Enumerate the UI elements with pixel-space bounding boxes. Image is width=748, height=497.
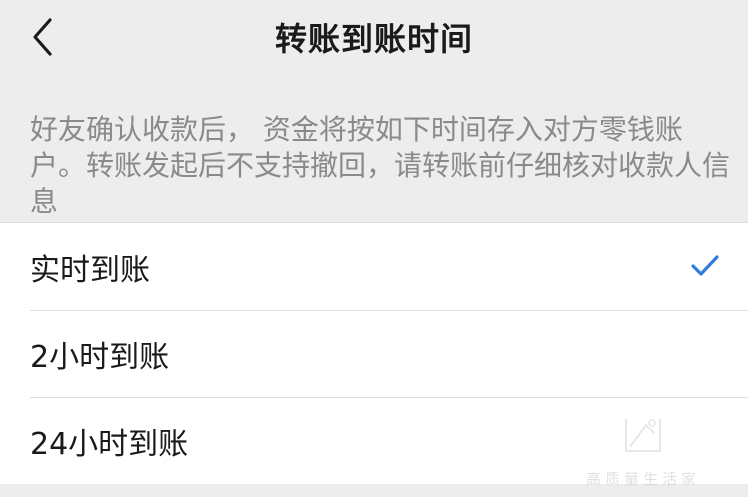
page-title: 转账到账时间 <box>274 20 473 58</box>
option-label: 24小时到账 <box>30 426 189 462</box>
nav-bar: 转账到账时间 <box>0 0 748 80</box>
watermark: 高质量生活家 <box>568 399 718 489</box>
checkmark-icon <box>691 255 719 276</box>
watermark-logo-icon <box>625 419 661 452</box>
option-realtime[interactable]: 实时到账 <box>0 223 748 310</box>
option-label: 2小时到账 <box>30 339 170 375</box>
watermark-text: 高质量生活家 <box>585 470 700 488</box>
option-label: 实时到账 <box>30 252 150 288</box>
transfer-time-description: 好友确认收款后， 资金将按如下时间存入对方零钱账户。转账发起后不支持撤回，请转账… <box>30 113 731 218</box>
option-2-hours[interactable]: 2小时到账 <box>0 310 748 397</box>
